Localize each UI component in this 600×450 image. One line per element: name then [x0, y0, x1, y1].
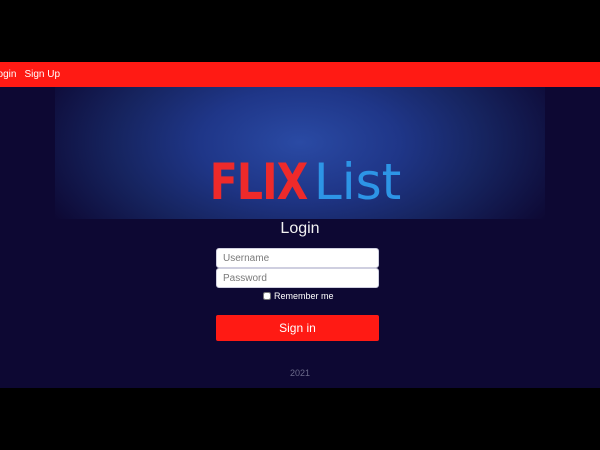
letterbox-bottom: [0, 388, 600, 450]
app-body: FLIXList Login Remember me Sign in 2021: [0, 87, 600, 388]
remember-me-checkbox[interactable]: [263, 292, 271, 300]
letterbox-top: [0, 0, 600, 62]
nav-signup-link[interactable]: Sign Up: [24, 69, 60, 80]
password-input[interactable]: [216, 268, 379, 288]
remember-me-label: Remember me: [274, 291, 334, 301]
flixlist-logo: FLIX List: [0, 152, 600, 212]
top-navbar: Login Sign Up: [0, 62, 600, 87]
remember-me-row[interactable]: Remember me: [263, 290, 334, 302]
login-title: Login: [280, 220, 320, 237]
username-input[interactable]: [216, 248, 379, 268]
logo-list-text: List: [313, 153, 402, 211]
logo-flix-text: FLIX: [209, 153, 308, 211]
signin-button[interactable]: Sign in: [216, 315, 379, 341]
nav-login-link[interactable]: Login: [0, 69, 16, 80]
footer-year: 2021: [289, 368, 311, 378]
